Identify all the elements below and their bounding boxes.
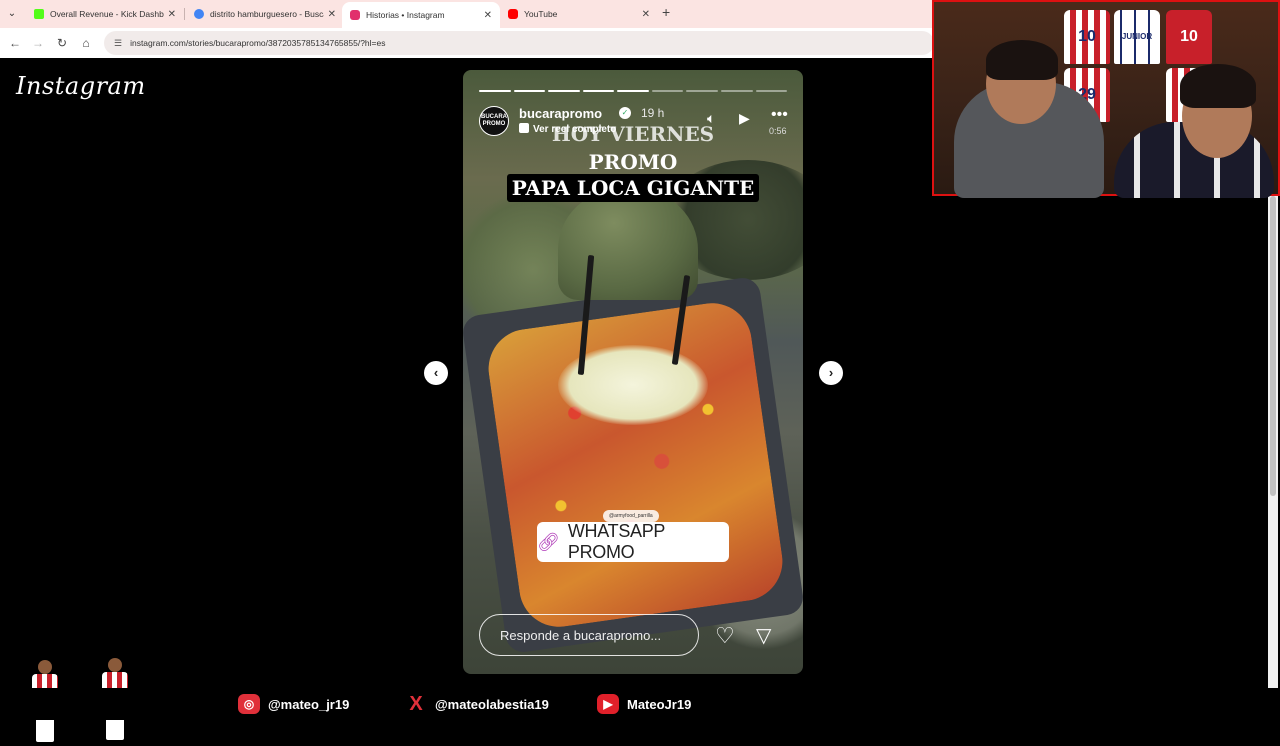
page-scrollbar[interactable] bbox=[1268, 194, 1278, 690]
progress-segment bbox=[686, 90, 718, 92]
avatar[interactable]: BUCARA PROMO bbox=[479, 106, 509, 136]
site-settings-icon[interactable]: ☰ bbox=[114, 38, 122, 49]
address-bar[interactable]: ☰ instagram.com/stories/bucarapromo/3872… bbox=[104, 31, 934, 55]
instagram-handle: @mateo_jr19 bbox=[268, 696, 350, 712]
close-tab-icon[interactable]: ✕ bbox=[168, 9, 176, 20]
streamer-right-hair bbox=[1180, 64, 1256, 108]
verified-badge-icon: ✓ bbox=[619, 107, 631, 119]
view-full-reel-link[interactable]: Ver reel completo bbox=[519, 123, 616, 135]
progress-segment bbox=[479, 90, 511, 92]
whatsapp-link-sticker[interactable]: 🔗︎ WHATSAPP PROMO bbox=[537, 521, 729, 562]
streamer-left-hair bbox=[986, 40, 1058, 80]
youtube-favicon-icon bbox=[508, 9, 518, 19]
home-icon[interactable]: ⌂ bbox=[77, 34, 95, 52]
webcam-overlay: 10 JUNIOR 10 29 17 bbox=[932, 0, 1280, 198]
jersey-image: 10 bbox=[1064, 10, 1110, 64]
reload-icon[interactable]: ↻ bbox=[53, 34, 71, 52]
kick-favicon-icon bbox=[34, 9, 44, 19]
new-tab-button[interactable]: + bbox=[662, 4, 670, 20]
x-handle: @mateolabestia19 bbox=[435, 696, 549, 712]
headline-line-2: PROMO bbox=[588, 150, 678, 174]
social-handles-bar: ◎ @mateo_jr19 X @mateolabestia19 ▶ Mateo… bbox=[0, 688, 1280, 720]
helmet-image bbox=[558, 190, 698, 300]
reel-link-label: Ver reel completo bbox=[533, 124, 617, 135]
sticker-label: WHATSAPP PROMO bbox=[567, 521, 665, 562]
tab-divider bbox=[184, 8, 185, 20]
progress-segment bbox=[548, 90, 580, 92]
progress-segment bbox=[582, 90, 615, 92]
jersey-image: JUNIOR bbox=[1114, 10, 1160, 64]
tab-youtube[interactable]: YouTube ✕ bbox=[500, 3, 658, 25]
link-icon: 🔗︎ bbox=[537, 531, 560, 552]
tab-search-chevron-icon[interactable]: ⌄ bbox=[4, 6, 20, 22]
story-header: BUCARA PROMO bucarapromo ✓ 19 h Ver reel… bbox=[479, 104, 788, 136]
more-options-icon[interactable]: ••• bbox=[771, 106, 788, 124]
headline-line-3: PAPA LOCA GIGANTE bbox=[507, 174, 759, 202]
scrollbar-thumb[interactable] bbox=[1270, 196, 1276, 496]
progress-segment bbox=[513, 90, 546, 92]
back-icon[interactable]: ← bbox=[6, 34, 24, 52]
mute-icon[interactable]: 🔈︎ bbox=[707, 110, 715, 127]
google-favicon-icon bbox=[194, 9, 204, 19]
previous-story-button[interactable]: ‹ bbox=[424, 361, 448, 385]
tab-instagram-stories[interactable]: Historias • Instagram ✕ bbox=[342, 2, 500, 28]
close-tab-icon[interactable]: ✕ bbox=[484, 10, 492, 21]
progress-segment bbox=[720, 90, 753, 92]
tab-label: Historias • Instagram bbox=[366, 10, 445, 20]
instagram-favicon-icon bbox=[350, 10, 360, 20]
like-heart-icon[interactable]: ♡ bbox=[715, 623, 735, 649]
story-card[interactable]: HOY VIERNES PROMO PAPA LOCA GIGANTE BUCA… bbox=[463, 70, 803, 674]
close-tab-icon[interactable]: ✕ bbox=[328, 9, 336, 20]
tab-label: distrito hamburguesero - Busca bbox=[210, 9, 324, 19]
play-icon[interactable]: ▶ bbox=[739, 110, 750, 127]
tab-label: Overall Revenue - Kick Dashbo bbox=[50, 9, 164, 19]
tab-kick-dashboard[interactable]: Overall Revenue - Kick Dashbo ✕ bbox=[26, 3, 184, 25]
instagram-icon: ◎ bbox=[238, 694, 260, 714]
youtube-icon: ▶ bbox=[597, 694, 619, 714]
tab-label: YouTube bbox=[524, 9, 558, 19]
story-progress-bar bbox=[479, 90, 788, 92]
video-duration: 0:56 bbox=[769, 126, 787, 136]
next-story-button[interactable]: › bbox=[819, 361, 843, 385]
story-time: 19 h bbox=[641, 106, 665, 120]
social-instagram: ◎ @mateo_jr19 bbox=[238, 694, 349, 714]
instagram-logo[interactable]: Instagram bbox=[16, 72, 146, 100]
progress-segment bbox=[755, 90, 788, 92]
x-icon: X bbox=[409, 692, 423, 715]
story-username[interactable]: bucarapromo bbox=[519, 106, 602, 121]
close-tab-icon[interactable]: ✕ bbox=[642, 9, 650, 20]
tab-google-search[interactable]: distrito hamburguesero - Busca ✕ bbox=[186, 3, 344, 25]
forward-icon[interactable]: → bbox=[29, 34, 47, 52]
progress-segment bbox=[617, 90, 649, 92]
reel-icon bbox=[519, 123, 529, 133]
social-x: X @mateolabestia19 bbox=[405, 692, 549, 715]
url-text: instagram.com/stories/bucarapromo/387203… bbox=[130, 38, 386, 48]
reply-input[interactable]: Responde a bucarapromo... bbox=[479, 614, 699, 656]
social-youtube: ▶ MateoJr19 bbox=[597, 694, 691, 714]
share-send-icon[interactable]: ▽ bbox=[756, 623, 771, 648]
jersey-image: 10 bbox=[1166, 10, 1212, 64]
youtube-handle: MateoJr19 bbox=[627, 696, 692, 712]
progress-segment bbox=[651, 90, 684, 92]
